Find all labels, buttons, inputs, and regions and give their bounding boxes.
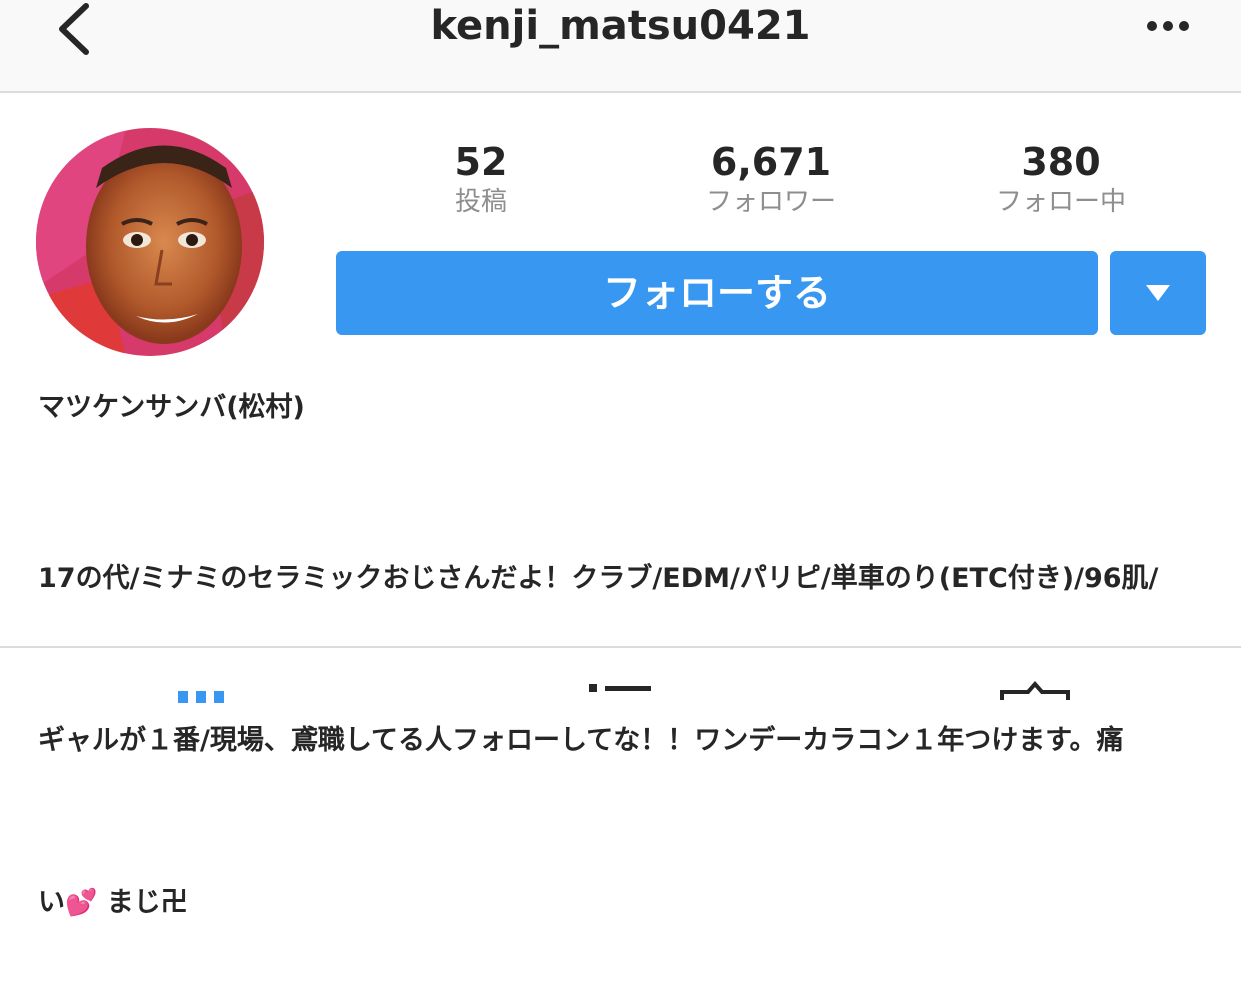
bio-line: 17の代/ミナミのセラミックおじさんだよ！クラブ/EDM/パリピ/単車のり(ET… [38, 563, 1159, 594]
follow-button[interactable]: フォローする [336, 251, 1098, 335]
followers-count: 6,671 [710, 140, 832, 184]
stat-posts[interactable]: 52 投稿 [351, 140, 611, 220]
profile-tab-bar [0, 646, 1241, 703]
caret-down-icon [1146, 285, 1170, 301]
navigation-bar: kenji_matsu0421 [0, 0, 1241, 93]
followers-label: フォロワー [705, 187, 836, 217]
following-label: フォロー中 [995, 187, 1126, 217]
bio-line: ギャルが１番/現場、鳶職してる人フォローしてな！！ワンデーカラコン１年つけます。… [38, 725, 1124, 756]
posts-count: 52 [454, 140, 508, 184]
bio-text: い [38, 887, 65, 918]
more-horizontal-icon [1147, 21, 1189, 31]
profile-username: kenji_matsu0421 [430, 3, 811, 49]
tagged-icon [1000, 680, 1070, 700]
avatar-image [36, 128, 264, 356]
grid-icon [178, 691, 224, 703]
posts-label: 投稿 [454, 187, 507, 217]
more-options-button[interactable] [1140, 12, 1196, 40]
bio-text: まじ卍 [97, 887, 188, 918]
tab-tagged[interactable] [998, 680, 1072, 704]
suggested-users-dropdown-button[interactable] [1110, 251, 1206, 335]
profile-avatar[interactable] [36, 128, 264, 356]
stat-following[interactable]: 380 フォロー中 [931, 140, 1191, 220]
tab-list[interactable] [589, 684, 653, 704]
profile-display-name: マツケンサンバ(松村) [38, 392, 305, 423]
stat-followers[interactable]: 6,671 フォロワー [641, 140, 901, 220]
two-hearts-icon: 💕 [65, 888, 98, 918]
bio-line: い💕 まじ卍 [38, 876, 1218, 930]
profile-bio: 17の代/ミナミのセラミックおじさんだよ！クラブ/EDM/パリピ/単車のり(ET… [38, 444, 1218, 984]
following-count: 380 [1021, 140, 1101, 184]
